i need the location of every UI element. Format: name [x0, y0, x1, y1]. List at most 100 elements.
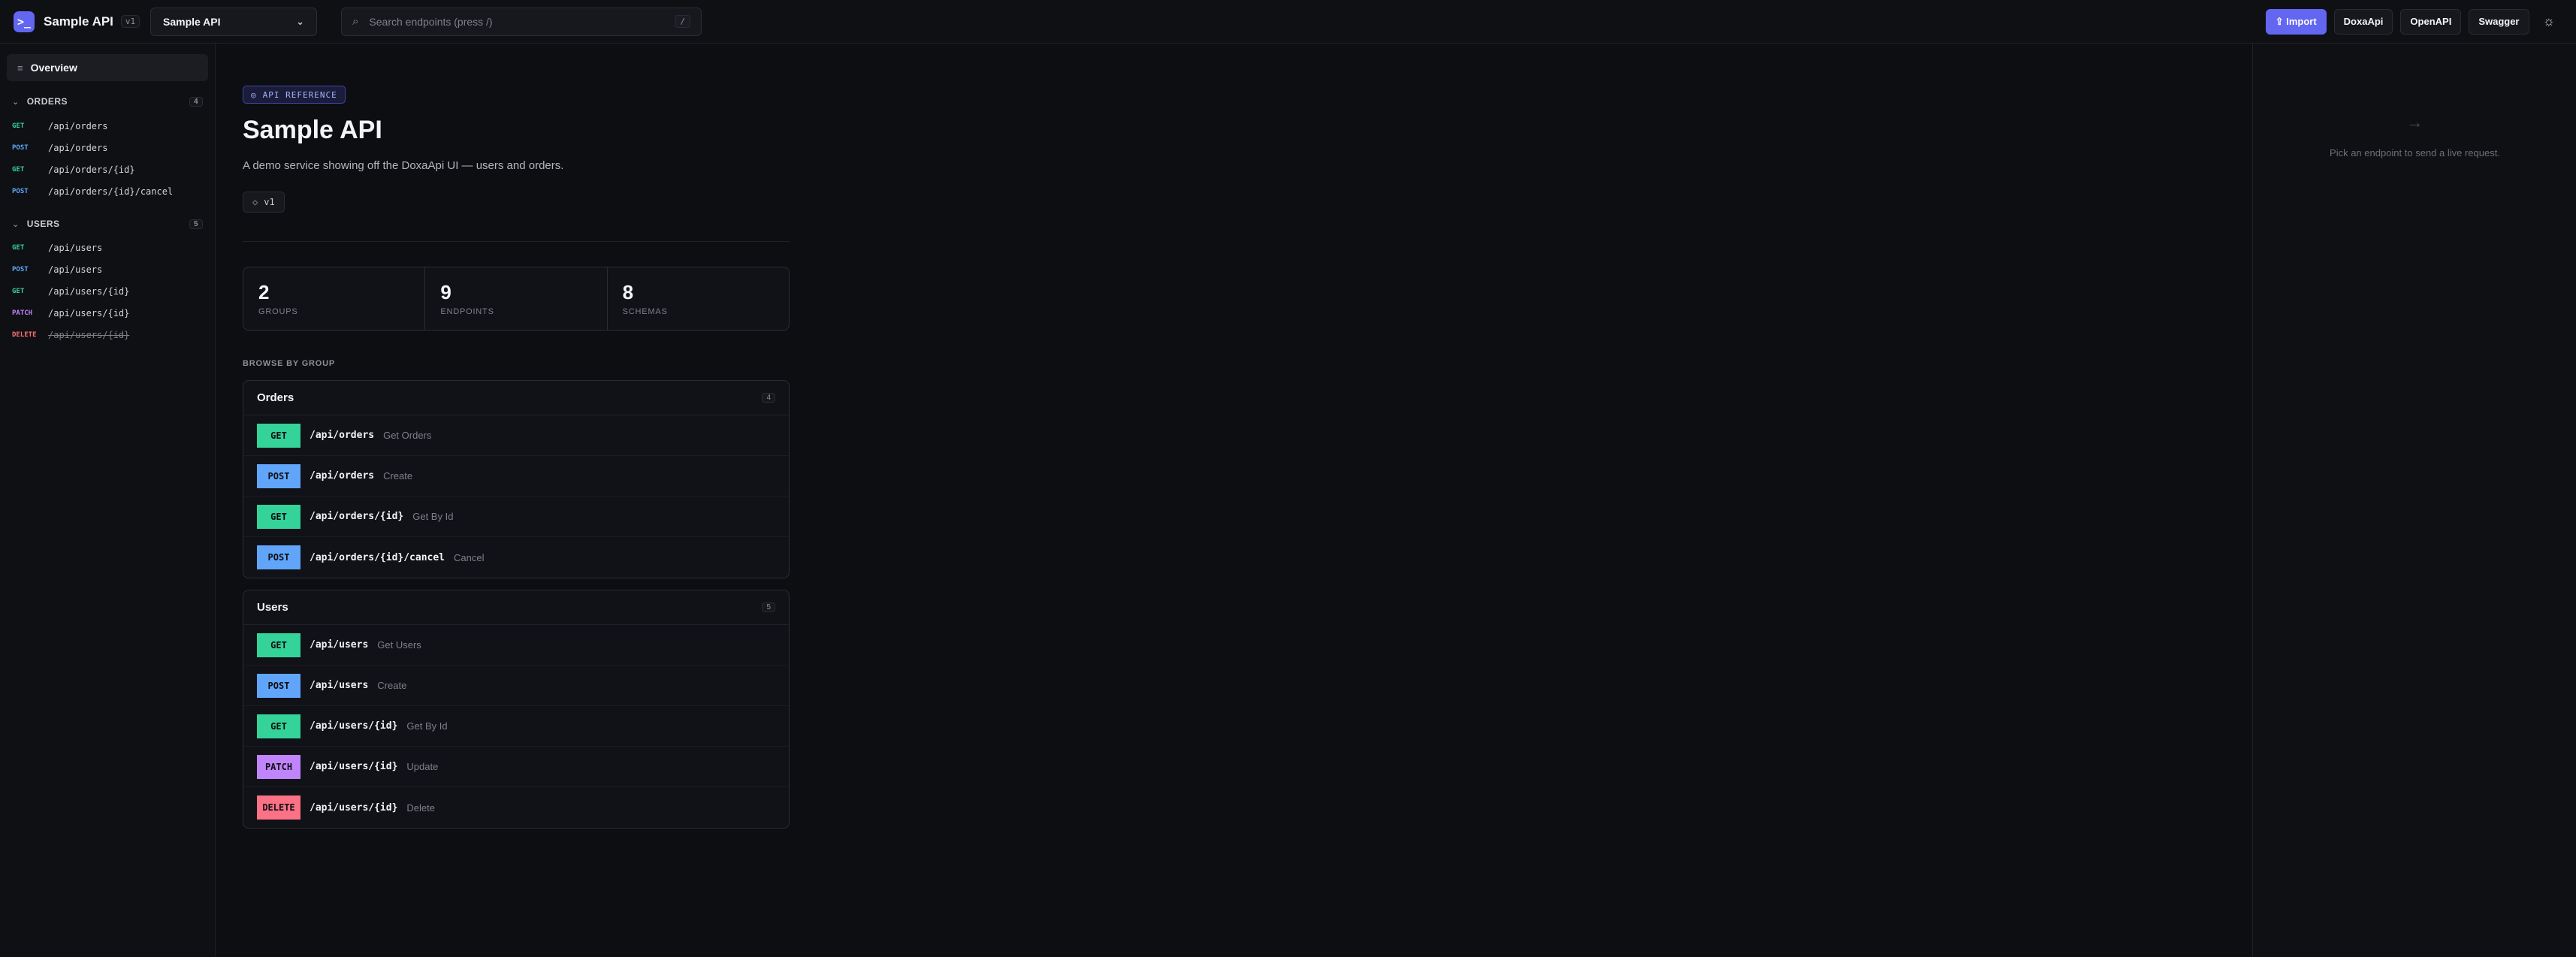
sidebar-group-count: 5 — [189, 219, 203, 229]
endpoint-path: /api/orders — [48, 143, 108, 153]
endpoint-summary: Get By Id — [406, 720, 448, 732]
sidebar-group-users[interactable]: ⌄ USERS 5 — [12, 216, 203, 232]
endpoint-path: /api/users — [48, 264, 103, 275]
method-badge: POST — [257, 673, 300, 698]
group-count: 4 — [762, 393, 775, 403]
stat-value: 9 — [440, 281, 451, 303]
sidebar-endpoint[interactable]: GET /api/users/{id} — [12, 282, 203, 300]
sun-icon[interactable]: ☼ — [2543, 14, 2556, 29]
endpoint-row[interactable]: GET /api/users/{id} Get By Id — [243, 706, 789, 747]
endpoint-path: /api/users — [310, 639, 369, 651]
arrow-right-icon: → — [2406, 113, 2423, 131]
sidebar-group-count: 4 — [189, 96, 203, 107]
group-card-header[interactable]: Users 5 — [243, 590, 789, 625]
endpoint-path: /api/users — [48, 243, 103, 253]
sidebar-endpoint[interactable]: PATCH /api/users/{id} — [12, 304, 203, 322]
group-card-users: Users 5 GET /api/users Get Users POST /a… — [243, 590, 790, 829]
list-icon: ≡ — [17, 62, 23, 74]
group-name: Orders — [257, 391, 294, 404]
info-circle-icon: ◎ — [251, 89, 257, 100]
endpoint-path: /api/users/{id} — [310, 802, 398, 814]
doxaapi-button[interactable]: DoxaApi — [2333, 8, 2393, 35]
endpoint-summary: Get By Id — [412, 511, 454, 522]
method-label: GET — [12, 122, 25, 130]
method-label: GET — [12, 288, 25, 295]
group-card-orders: Orders 4 GET /api/orders Get Orders POST… — [243, 380, 790, 578]
sidebar-group-orders[interactable]: ⌄ ORDERS 4 — [12, 93, 203, 110]
stats-panel: 2 GROUPS 9 ENDPOINTS 8 SCHEMAS — [243, 267, 790, 331]
stat-groups: 2 GROUPS — [243, 267, 426, 330]
brand[interactable]: >_ Sample API v1 — [14, 11, 150, 32]
main-content: ◎ API REFERENCE Sample API A demo servic… — [216, 44, 2252, 957]
endpoint-summary: Get Users — [377, 639, 421, 651]
method-label: GET — [12, 244, 25, 252]
import-button[interactable]: ⇪ Import — [2265, 8, 2327, 35]
endpoint-path: /api/orders — [310, 470, 375, 482]
endpoint-summary: Create — [383, 470, 413, 482]
stat-label: GROUPS — [258, 307, 298, 316]
method-label: PATCH — [12, 309, 33, 317]
method-label: POST — [12, 144, 29, 152]
method-badge: POST — [257, 463, 300, 488]
stat-label: ENDPOINTS — [440, 307, 494, 316]
group-name: Users — [257, 601, 288, 614]
chevron-down-icon: ⌄ — [296, 15, 304, 27]
sidebar: ≡ Overview ⌄ ORDERS 4 GET /api/orders PO… — [0, 44, 216, 957]
method-badge: GET — [257, 504, 300, 529]
chevron-down-icon: ⌄ — [12, 219, 20, 229]
search-input[interactable] — [369, 15, 675, 28]
sidebar-endpoint[interactable]: GET /api/users — [12, 239, 203, 257]
sidebar-endpoint[interactable]: GET /api/orders/{id} — [12, 161, 203, 179]
sidebar-endpoint[interactable]: POST /api/orders/{id}/cancel — [12, 183, 203, 201]
badge-label: API REFERENCE — [262, 89, 337, 100]
sidebar-item-overview[interactable]: ≡ Overview — [7, 54, 208, 81]
endpoint-path: /api/orders/{id}/cancel — [48, 186, 174, 197]
api-select-value: Sample API — [163, 15, 221, 28]
endpoint-row[interactable]: GET /api/orders/{id} Get By Id — [243, 497, 789, 537]
endpoint-path: /api/users — [310, 680, 369, 691]
swagger-button[interactable]: Swagger — [2469, 8, 2529, 35]
version-chip: ◇ v1 — [243, 192, 285, 213]
sidebar-endpoint[interactable]: GET /api/orders — [12, 117, 203, 135]
endpoint-row[interactable]: GET /api/users Get Users — [243, 625, 789, 666]
stat-schemas: 8 SCHEMAS — [608, 267, 789, 330]
endpoint-row[interactable]: GET /api/orders Get Orders — [243, 415, 789, 456]
endpoint-path: /api/users/{id} — [310, 761, 398, 772]
endpoint-summary: Create — [377, 680, 407, 691]
endpoint-path: /api/users/{id} — [48, 286, 130, 297]
method-label: DELETE — [12, 331, 37, 339]
openapi-button[interactable]: OpenAPI — [2400, 8, 2462, 35]
request-panel: → Pick an endpoint to send a live reques… — [2252, 44, 2576, 957]
endpoint-row[interactable]: DELETE /api/users/{id} Delete — [243, 787, 789, 828]
endpoint-row[interactable]: POST /api/users Create — [243, 666, 789, 706]
endpoint-row[interactable]: POST /api/orders/{id}/cancel Cancel — [243, 537, 789, 578]
endpoint-summary: Delete — [406, 802, 435, 814]
group-count: 5 — [762, 602, 775, 612]
stat-value: 8 — [622, 281, 634, 303]
sidebar-endpoint[interactable]: POST /api/orders — [12, 139, 203, 157]
sidebar-endpoint[interactable]: POST /api/users — [12, 261, 203, 279]
method-label: POST — [12, 188, 29, 195]
method-badge: POST — [257, 545, 300, 569]
sidebar-group-label: ORDERS — [26, 96, 68, 107]
version-chip-label: v1 — [264, 197, 275, 207]
endpoint-row[interactable]: POST /api/orders Create — [243, 456, 789, 497]
method-badge: DELETE — [257, 795, 300, 820]
sidebar-endpoint[interactable]: DELETE /api/users/{id} — [12, 326, 203, 344]
method-label: POST — [12, 266, 29, 273]
endpoint-summary: Get Orders — [383, 430, 432, 441]
group-card-header[interactable]: Orders 4 — [243, 381, 789, 415]
version-badge: v1 — [120, 15, 140, 28]
endpoint-row[interactable]: PATCH /api/users/{id} Update — [243, 747, 789, 787]
endpoint-summary: Cancel — [454, 551, 485, 563]
search-box[interactable]: ⌕ / — [341, 7, 702, 36]
app-name: Sample API — [44, 14, 113, 29]
endpoint-path: /api/orders — [310, 430, 375, 441]
top-actions: ⇪ Import DoxaApi OpenAPI Swagger ☼ — [2258, 8, 2556, 35]
endpoint-path: /api/users/{id} — [48, 330, 130, 340]
sidebar-item-label: Overview — [30, 62, 77, 74]
tag-icon: ◇ — [252, 197, 258, 207]
endpoint-summary: Update — [406, 761, 439, 772]
api-select[interactable]: Sample API ⌄ — [150, 7, 317, 36]
endpoint-path: /api/orders/{id} — [48, 165, 135, 175]
